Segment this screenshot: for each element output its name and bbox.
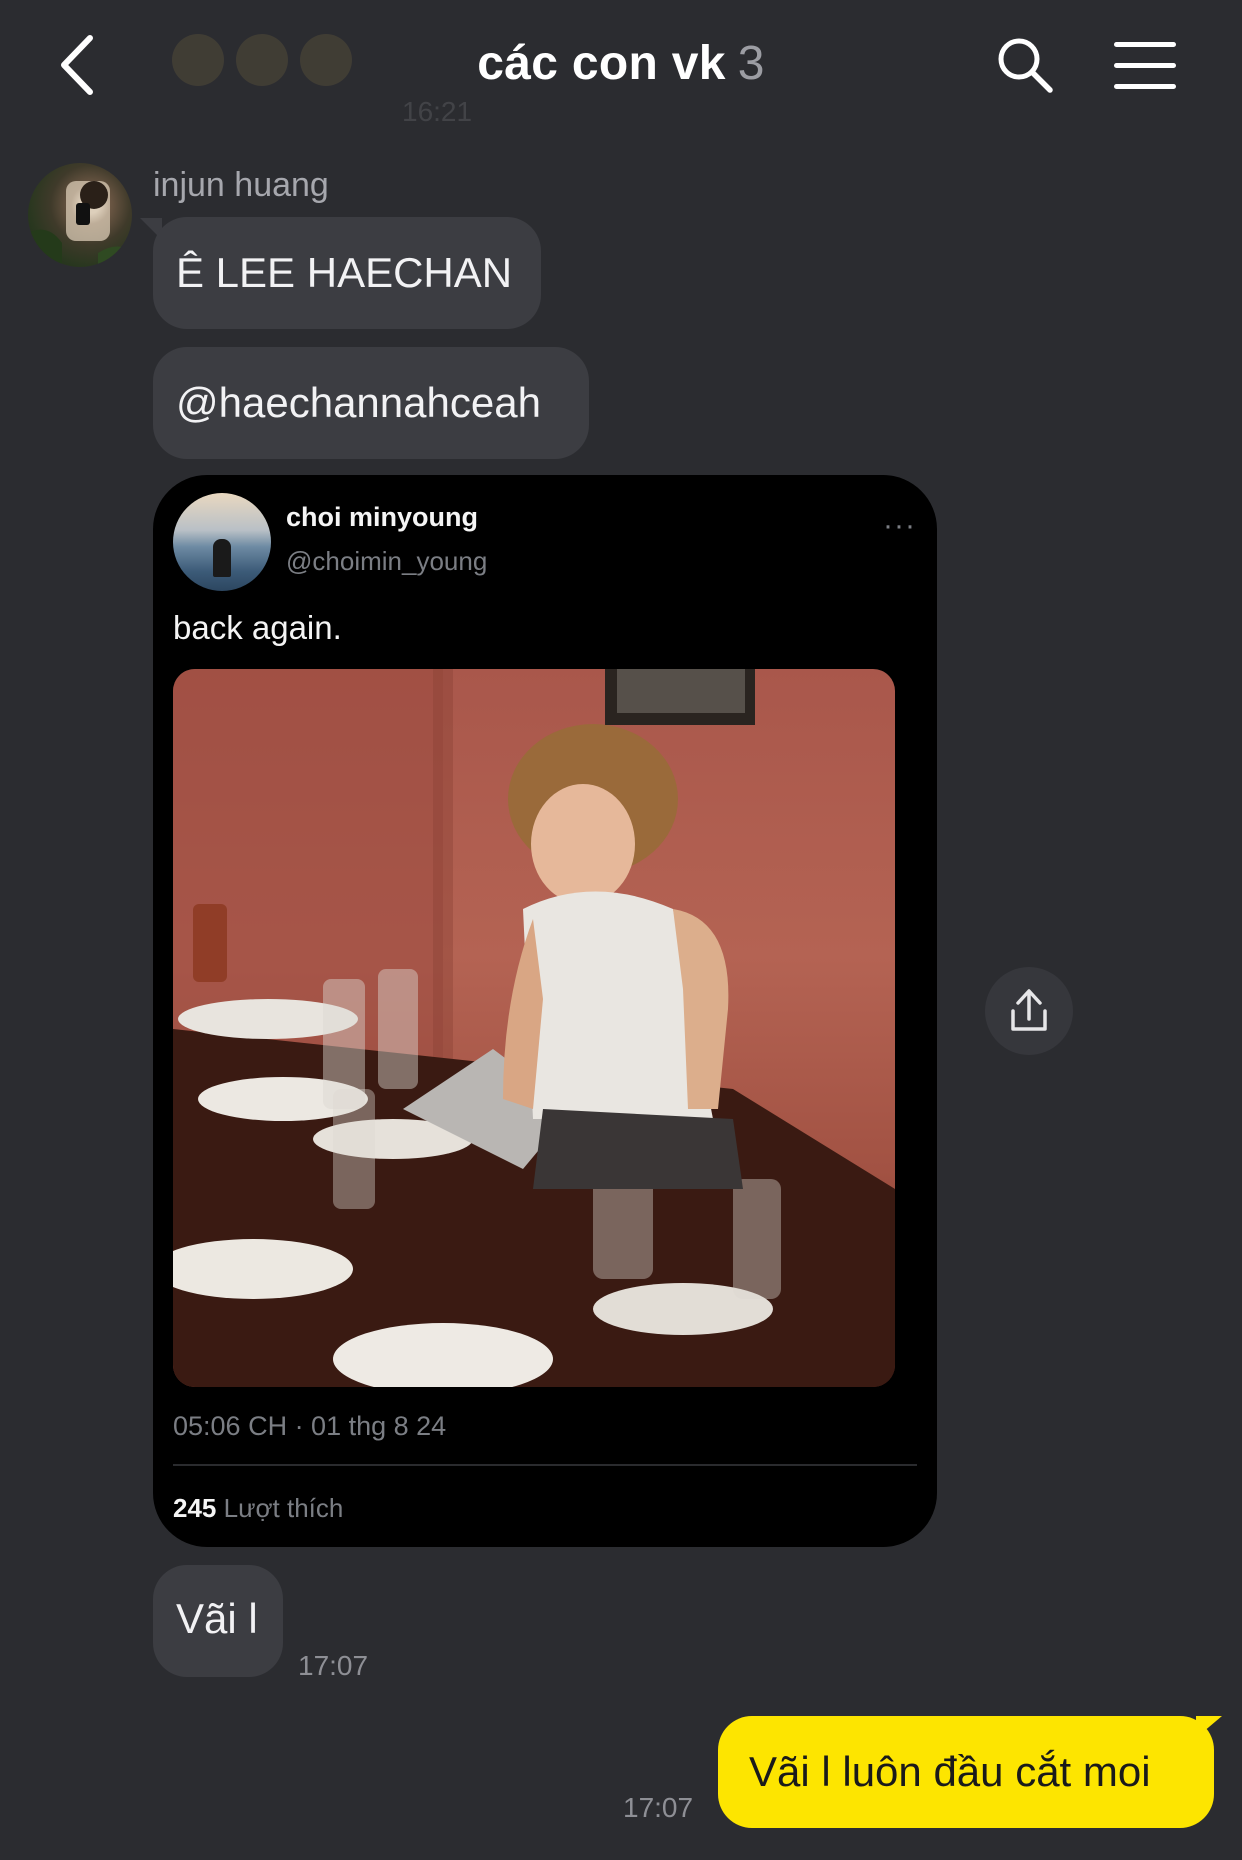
post-timestamp: 05:06 CH · 01 thg 8 24 [173, 1411, 447, 1441]
post-author-avatar[interactable] [173, 493, 271, 591]
post-author-handle: @choimin_young [286, 546, 488, 576]
message-bubble[interactable]: Ê LEE HAECHAN [153, 217, 541, 329]
post-photo[interactable] [173, 669, 895, 1387]
message-timestamp: 17:07 [298, 1650, 369, 1681]
likes-label: Lượt thích [223, 1493, 344, 1523]
post-text: back again. [173, 609, 342, 646]
menu-button[interactable] [1112, 38, 1178, 94]
hamburger-menu-icon [1114, 42, 1176, 89]
more-options-icon[interactable]: ··· [883, 509, 916, 543]
sender-avatar[interactable] [28, 163, 132, 267]
shared-post-card[interactable]: choi minyoung @choimin_young ··· back ag… [153, 475, 937, 1547]
faded-timestamp: 16:21 [402, 96, 473, 127]
avatar-photo [28, 181, 132, 267]
message-bubble[interactable]: Vãi l [153, 1565, 283, 1677]
likes-count: 245 [173, 1493, 217, 1523]
mention-text: @haechannahceah [176, 379, 541, 426]
chat-header: 16:21 các con vk 3 [0, 0, 1242, 135]
restaurant-photo [173, 669, 895, 1387]
post-author-name: choi minyoung [286, 502, 478, 532]
post-likes[interactable]: 245 Lượt thích [173, 1493, 343, 1524]
message-timestamp: 17:07 [623, 1792, 694, 1823]
outgoing-message-bubble[interactable]: Vãi l luôn đầu cắt moi [718, 1716, 1214, 1828]
search-button[interactable] [994, 34, 1056, 96]
sender-name: injun huang [153, 166, 329, 204]
share-icon [1011, 989, 1047, 1031]
search-icon [998, 38, 1053, 93]
post-divider [173, 1464, 917, 1466]
member-count: 3 [737, 37, 765, 90]
share-button[interactable] [985, 967, 1073, 1055]
message-text: Vãi l [176, 1595, 258, 1642]
message-bubble[interactable]: @haechannahceah [153, 347, 589, 459]
chat-screen: 16:21 các con vk 3 injun huang Ê LEE HAE… [0, 0, 1242, 1860]
chat-title-text: các con vk [477, 37, 726, 90]
message-text: Ê LEE HAECHAN [176, 249, 513, 296]
message-text: Vãi l luôn đầu cắt moi [749, 1748, 1151, 1795]
